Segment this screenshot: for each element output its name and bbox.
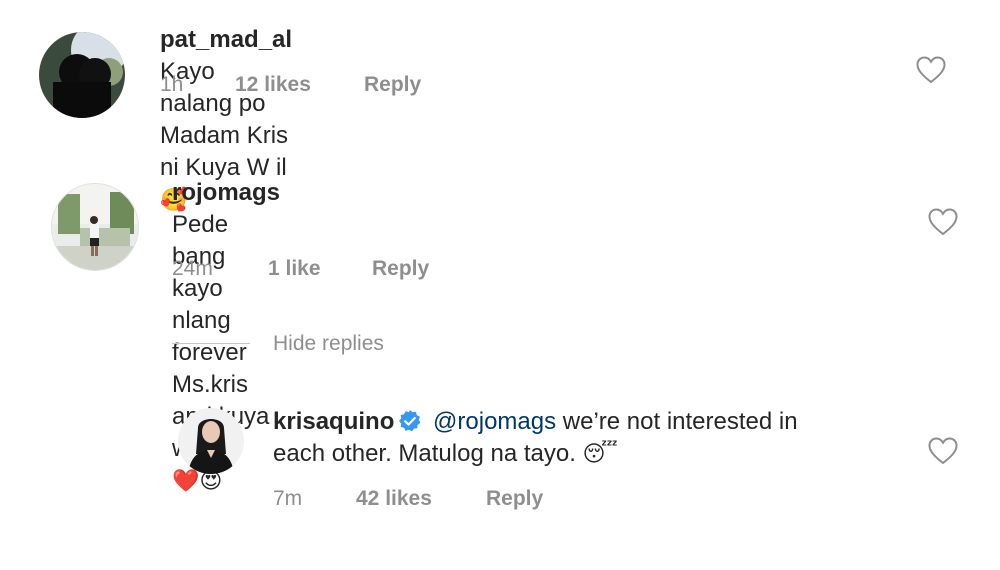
heart-icon[interactable] [916,56,946,84]
likes-count[interactable]: 1 like [268,257,372,281]
comment-meta: 1h 12 likes Reply [160,73,421,97]
avatar[interactable] [51,183,139,271]
username[interactable]: krisaquino [273,408,394,435]
timestamp: 7m [273,487,303,510]
hide-replies-button[interactable]: Hide replies [273,332,384,356]
reply-button[interactable]: Reply [372,257,429,281]
username[interactable]: pat_mad_al [160,26,292,53]
avatar[interactable] [39,32,125,118]
likes-count[interactable]: 12 likes [235,73,364,97]
reply-body: we’re not interested in [556,408,798,435]
reply-meta: 7m 42 likes Reply [273,487,543,511]
reply-button[interactable]: Reply [364,73,421,97]
username[interactable]: rojomags [172,179,280,206]
reply-text: krisaquino @rojomags we’re not intereste… [273,406,893,471]
timestamp: 1h [160,73,184,96]
mention-link[interactable]: @rojomags [433,408,556,435]
heart-icon[interactable] [928,208,958,236]
likes-count[interactable]: 42 likes [356,487,486,511]
comment-meta: 24m 1 like Reply [172,257,429,281]
divider [172,343,250,344]
heart-icon[interactable] [928,437,958,465]
reply-button[interactable]: Reply [486,487,543,511]
sleeping-face-emoji-icon: 😴 [582,442,618,467]
timestamp: 24m [172,257,213,280]
avatar[interactable] [178,408,244,474]
reply-body-line2: each other. Matulog na tayo. [273,440,583,467]
verified-badge-icon [398,409,422,433]
